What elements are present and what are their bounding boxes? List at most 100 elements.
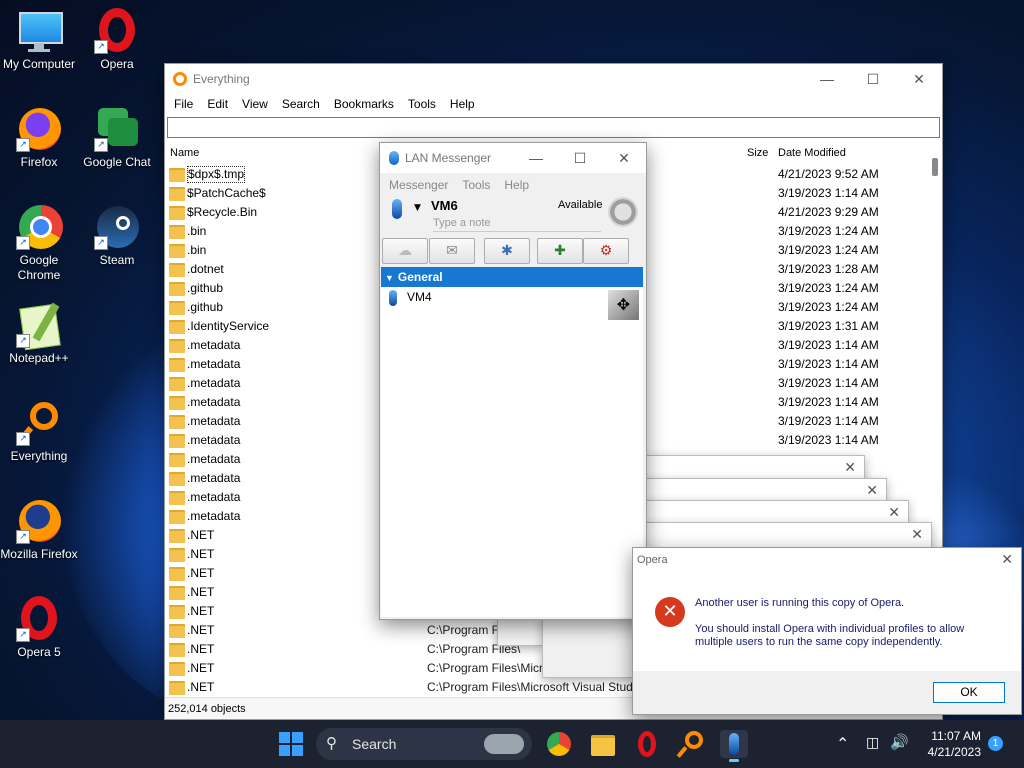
desktop-icon-label: Firefox	[20, 155, 58, 169]
maximize-button[interactable]: ☐	[558, 143, 602, 173]
row-name: .NET	[187, 566, 215, 580]
rss-button[interactable]: ✱	[484, 238, 530, 264]
folder-icon	[169, 168, 185, 182]
column-header-name[interactable]: Name	[170, 147, 199, 159]
row-name: $dpx$.tmp	[187, 166, 246, 183]
menu-help[interactable]: Help	[497, 175, 536, 195]
search-input[interactable]	[167, 117, 940, 138]
menu-tools[interactable]: Tools	[401, 94, 443, 114]
everything-titlebar[interactable]: Everything — ☐ ✕	[165, 64, 942, 94]
settings-button[interactable]: ⚙	[583, 238, 629, 264]
active-indicator	[729, 759, 739, 762]
maximize-button[interactable]: ☐	[850, 64, 896, 94]
taskbar-chrome[interactable]	[545, 730, 573, 758]
chrome-icon: ↗	[16, 204, 63, 250]
transfer-icon: ✉	[446, 243, 458, 259]
row-name: .dotnet	[187, 262, 224, 276]
close-button[interactable]: ✕	[1001, 552, 1013, 568]
row-name: .metadata	[187, 490, 241, 504]
folder-icon	[169, 415, 185, 429]
desktop-icon-everything[interactable]: ↗ Everything	[0, 400, 78, 464]
start-button[interactable]	[277, 730, 305, 758]
notification-badge[interactable]: 1	[988, 736, 1003, 751]
row-name: .NET	[187, 547, 215, 561]
lan-titlebar[interactable]: LAN Messenger — ☐ ✕	[380, 143, 646, 173]
taskbar-file-explorer[interactable]	[589, 730, 617, 758]
close-icon[interactable]: ✕	[866, 483, 878, 499]
manatee-search-highlight-icon	[484, 734, 524, 754]
dialog-title: Opera	[637, 554, 668, 566]
column-header-date[interactable]: Date Modified	[778, 147, 846, 159]
menu-file[interactable]: File	[167, 94, 200, 114]
broadcast-button[interactable]: ☁	[382, 238, 428, 264]
shortcut-arrow-icon: ↗	[94, 236, 108, 250]
desktop-icon-steam[interactable]: ↗ Steam	[78, 204, 156, 268]
row-name: .metadata	[187, 395, 241, 409]
folder-icon	[169, 586, 185, 600]
clock-time[interactable]: 11:07 AM	[913, 729, 981, 743]
row-date: 3/19/2023 1:14 AM	[778, 338, 879, 352]
desktop-icon-firefox[interactable]: ↗ Firefox	[0, 106, 78, 170]
close-button[interactable]: ✕	[602, 143, 646, 173]
row-name: .metadata	[187, 414, 241, 428]
menu-help[interactable]: Help	[443, 94, 482, 114]
desktop-icon-google-chrome[interactable]: ↗ Google Chrome	[0, 204, 78, 283]
row-name: .metadata	[187, 357, 241, 371]
row-name: .metadata	[187, 433, 241, 447]
firefox-icon: ↗	[16, 106, 62, 152]
background-dialog	[542, 616, 636, 678]
status-dropdown-icon[interactable]: ▼	[414, 203, 421, 213]
folder-icon	[169, 225, 185, 239]
close-button[interactable]: ✕	[896, 64, 942, 94]
chevron-up-icon[interactable]: ⌃	[836, 734, 849, 754]
note-input[interactable]: Type a note	[433, 217, 601, 232]
menu-view[interactable]: View	[235, 94, 275, 114]
clock-date[interactable]: 4/21/2023	[913, 745, 981, 759]
menu-search[interactable]: Search	[275, 94, 327, 114]
desktop-icon-notepad-plus-plus[interactable]: ↗ Notepad++	[0, 302, 78, 366]
close-icon[interactable]: ✕	[888, 505, 900, 521]
menu-edit[interactable]: Edit	[200, 94, 235, 114]
presence-status[interactable]: Available	[558, 199, 602, 211]
dialog-titlebar[interactable]: Opera ✕	[633, 548, 1021, 574]
group-header-general[interactable]: ▼ General	[381, 267, 643, 287]
folder-icon	[169, 263, 185, 277]
row-date: 3/19/2023 1:14 AM	[778, 186, 879, 200]
desktop-icon-label: Steam	[99, 253, 135, 267]
folder-icon	[169, 187, 185, 201]
everything-search-icon: ↗	[16, 400, 62, 446]
vertical-scrollbar[interactable]	[932, 158, 938, 176]
taskbar-lan-messenger[interactable]	[720, 730, 748, 762]
add-contact-button[interactable]: ✚	[537, 238, 583, 264]
row-name: .NET	[187, 642, 215, 656]
window-title: Everything	[193, 72, 250, 86]
desktop-icon-opera[interactable]: ↗ Opera	[78, 8, 156, 72]
file-transfer-button[interactable]: ✉	[429, 238, 475, 264]
minimize-button[interactable]: —	[514, 143, 558, 173]
close-icon[interactable]: ✕	[844, 460, 856, 476]
volume-icon[interactable]: 🔊	[890, 733, 909, 751]
menu-messenger[interactable]: Messenger	[382, 175, 455, 195]
column-header-size[interactable]: Size	[747, 147, 768, 159]
close-icon[interactable]: ✕	[911, 527, 923, 543]
minimize-button[interactable]: —	[804, 64, 850, 94]
folder-icon	[169, 605, 185, 619]
shortcut-arrow-icon: ↗	[16, 138, 30, 152]
ok-button[interactable]: OK	[933, 682, 1005, 703]
radar-dish-icon	[608, 197, 638, 227]
taskbar-everything[interactable]	[676, 730, 705, 758]
desktop-icon-mozilla-firefox[interactable]: ↗ Mozilla Firefox	[0, 498, 78, 562]
users-settings-icon: ⚙	[599, 243, 613, 259]
desktop-icon-my-computer[interactable]: My Computer	[0, 8, 78, 72]
desktop-icon-opera-5[interactable]: ↗ Opera 5	[0, 596, 78, 660]
menu-bookmarks[interactable]: Bookmarks	[327, 94, 401, 114]
contact-item[interactable]: VM4 ✥	[381, 287, 643, 321]
row-name: .NET	[187, 585, 215, 599]
menu-tools[interactable]: Tools	[455, 175, 497, 195]
desktop-icon-google-chat[interactable]: ↗ Google Chat	[78, 106, 156, 170]
desktop-icon-label: Google Chrome	[17, 253, 61, 282]
user-avatar-icon	[392, 199, 402, 219]
network-icon[interactable]: ◫	[866, 734, 879, 751]
taskbar-search[interactable]: ⚲ Search	[316, 728, 532, 760]
taskbar-opera[interactable]	[633, 730, 661, 758]
